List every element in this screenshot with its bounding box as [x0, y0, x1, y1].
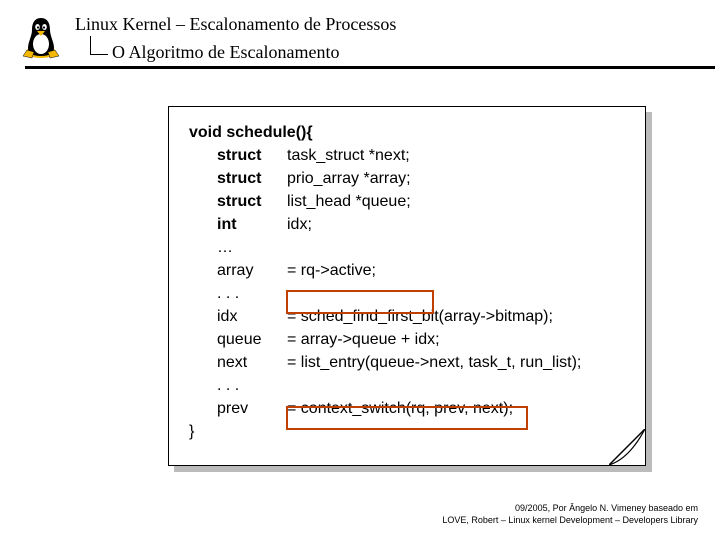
- slide-subtitle: O Algoritmo de Escalonamento: [112, 42, 339, 63]
- code-col1: idx: [217, 305, 287, 328]
- tree-connector-vertical: [90, 36, 91, 54]
- code-col2: = sched_find_first_bit(array->bitmap);: [287, 305, 553, 328]
- code-col1: struct: [217, 144, 287, 167]
- code-col1: . . .: [217, 282, 287, 305]
- slide-footer: 09/2005, Por Ângelo N. Vimeney baseado e…: [442, 502, 698, 526]
- code-col1: queue: [217, 328, 287, 351]
- code-col2: = rq->active;: [287, 259, 376, 282]
- code-line: next= list_entry(queue->next, task_t, ru…: [189, 351, 581, 374]
- code-line: intidx;: [189, 213, 581, 236]
- slide-title: Linux Kernel – Escalonamento de Processo…: [75, 14, 396, 35]
- code-line: prev= context_switch(rq, prev, next);: [189, 397, 581, 420]
- footer-line1: 09/2005, Por Ângelo N. Vimeney baseado e…: [442, 502, 698, 514]
- code-box: void schedule(){ structtask_struct *next…: [168, 106, 646, 466]
- code-col1: array: [217, 259, 287, 282]
- code-col2: idx;: [287, 213, 312, 236]
- code-line: . . .: [189, 282, 581, 305]
- code-col2: list_head *queue;: [287, 190, 411, 213]
- code-col1: int: [217, 213, 287, 236]
- footer-line2: LOVE, Robert – Linux kernel Development …: [442, 514, 698, 526]
- code-line: queue= array->queue + idx;: [189, 328, 581, 351]
- code-col1: . . .: [217, 374, 287, 397]
- code-col2: = list_entry(queue->next, task_t, run_li…: [287, 351, 581, 374]
- tree-connector-horizontal: [90, 54, 108, 55]
- code-line: structprio_array *array;: [189, 167, 581, 190]
- code-col1: struct: [217, 190, 287, 213]
- code-signature: void schedule(){: [189, 121, 581, 144]
- code-col2: task_struct *next;: [287, 144, 410, 167]
- kw-void: void: [189, 124, 226, 141]
- code-col1: struct: [217, 167, 287, 190]
- code-content: void schedule(){ structtask_struct *next…: [189, 121, 581, 443]
- code-line: structtask_struct *next;: [189, 144, 581, 167]
- page-fold-icon: [609, 429, 645, 465]
- code-col2: = context_switch(rq, prev, next);: [287, 397, 513, 420]
- code-col1: next: [217, 351, 287, 374]
- tux-icon: [20, 12, 62, 60]
- code-line: idx= sched_find_first_bit(array->bitmap)…: [189, 305, 581, 328]
- code-col2: = array->queue + idx;: [287, 328, 440, 351]
- code-line: array= rq->active;: [189, 259, 581, 282]
- code-col1: prev: [217, 397, 287, 420]
- header-rule: [25, 66, 715, 69]
- code-col1: …: [217, 236, 287, 259]
- code-line: . . .: [189, 374, 581, 397]
- code-line: structlist_head *queue;: [189, 190, 581, 213]
- code-line: …: [189, 236, 581, 259]
- code-close: }: [189, 420, 581, 443]
- code-col2: prio_array *array;: [287, 167, 411, 190]
- fn-name: schedule(){: [226, 124, 312, 141]
